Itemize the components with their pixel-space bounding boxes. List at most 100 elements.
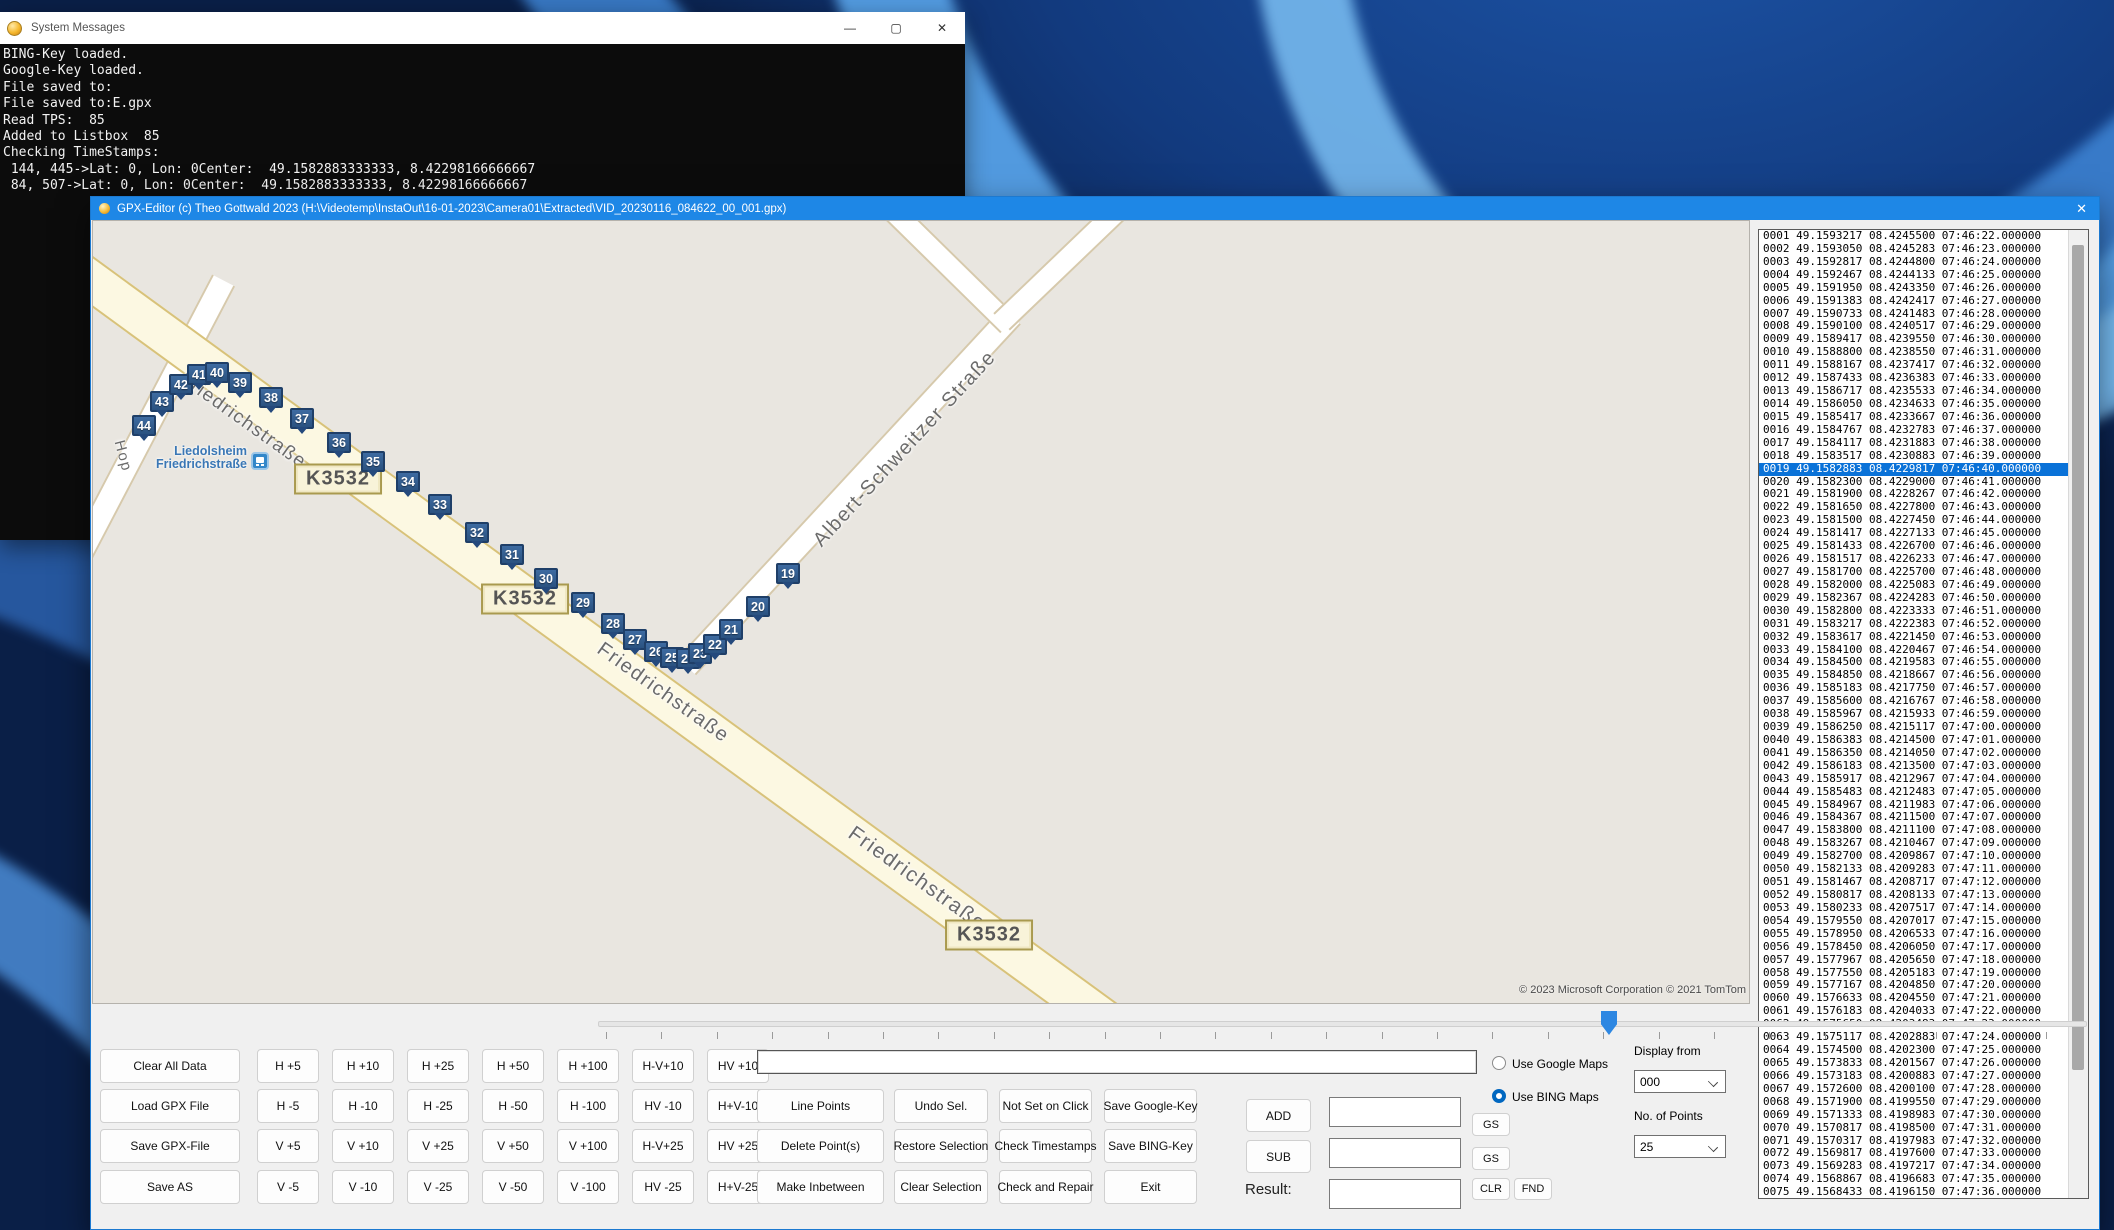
button-check-timestamps[interactable]: Check Timestamps	[999, 1129, 1092, 1163]
button-hv-10[interactable]: HV -10	[632, 1089, 694, 1123]
button-h-5[interactable]: H -5	[257, 1089, 319, 1123]
map-marker[interactable]: 37	[290, 408, 314, 429]
map-position-slider[interactable]	[598, 1021, 2087, 1027]
add-button[interactable]: ADD	[1246, 1099, 1311, 1132]
point-row[interactable]: 0040 49.1586383 08.4214500 07:47:01.0000…	[1759, 734, 2088, 747]
scrollbar-thumb[interactable]	[2072, 245, 2084, 1070]
map-marker[interactable]: 29	[571, 592, 595, 613]
button-h-5[interactable]: H +5	[257, 1049, 319, 1083]
button-v-25[interactable]: V -25	[407, 1170, 469, 1204]
display-from-select[interactable]: 000	[1634, 1070, 1726, 1093]
point-row[interactable]: 0057 49.1577967 08.4205650 07:47:18.0000…	[1759, 954, 2088, 967]
sub-value-field[interactable]	[1329, 1138, 1461, 1168]
point-row[interactable]: 0056 49.1578450 08.4206050 07:47:17.0000…	[1759, 941, 2088, 954]
point-row[interactable]: 0053 49.1580233 08.4207517 07:47:14.0000…	[1759, 902, 2088, 915]
point-row[interactable]: 0039 49.1586250 08.4215117 07:47:00.0000…	[1759, 721, 2088, 734]
console-titlebar[interactable]: System Messages — ▢ ✕	[0, 12, 965, 44]
map-marker[interactable]: 30	[534, 568, 558, 589]
point-row[interactable]: 0029 49.1582367 08.4224283 07:46:50.0000…	[1759, 592, 2088, 605]
button-make-inbetween[interactable]: Make Inbetween	[757, 1170, 884, 1204]
button-save-bing-key[interactable]: Save BING-Key	[1104, 1129, 1197, 1163]
button-h-10[interactable]: H +10	[332, 1049, 394, 1083]
add-value-field[interactable]	[1329, 1097, 1461, 1127]
point-row[interactable]: 0032 49.1583617 08.4221450 07:46:53.0000…	[1759, 631, 2088, 644]
map-marker[interactable]: 36	[327, 432, 351, 453]
point-row[interactable]: 0043 49.1585917 08.4212967 07:47:04.0000…	[1759, 773, 2088, 786]
point-row[interactable]: 0014 49.1586050 08.4234633 07:46:35.0000…	[1759, 398, 2088, 411]
point-row[interactable]: 0042 49.1586183 08.4213500 07:47:03.0000…	[1759, 760, 2088, 773]
map-marker[interactable]: 35	[361, 451, 385, 472]
point-row[interactable]: 0027 49.1581700 08.4225700 07:46:48.0000…	[1759, 566, 2088, 579]
button-v-5[interactable]: V +5	[257, 1129, 319, 1163]
clr-button[interactable]: CLR	[1472, 1178, 1510, 1200]
sub-button[interactable]: SUB	[1246, 1140, 1311, 1173]
coordinate-input[interactable]	[757, 1050, 1477, 1074]
minimize-icon[interactable]: —	[827, 12, 873, 44]
button-save-as[interactable]: Save AS	[100, 1170, 240, 1204]
map-marker[interactable]: 40	[205, 362, 229, 383]
gs2-button[interactable]: GS	[1472, 1147, 1510, 1170]
point-row[interactable]: 0019 49.1582883 08.4229817 07:46:40.0000…	[1759, 463, 2088, 476]
button-v-5[interactable]: V -5	[257, 1170, 319, 1204]
button-delete-point-s-[interactable]: Delete Point(s)	[757, 1129, 884, 1163]
point-row[interactable]: 0055 49.1578950 08.4206533 07:47:16.0000…	[1759, 928, 2088, 941]
map-marker[interactable]: 38	[259, 387, 283, 408]
point-row[interactable]: 0001 49.1593217 08.4245500 07:46:22.0000…	[1759, 230, 2088, 243]
maximize-icon[interactable]: ▢	[873, 12, 919, 44]
point-row[interactable]: 0006 49.1591383 08.4242417 07:46:27.0000…	[1759, 295, 2088, 308]
button-not-set-on-click[interactable]: Not Set on Click	[999, 1089, 1092, 1123]
map-marker[interactable]: 28	[601, 613, 625, 634]
point-row[interactable]: 0031 49.1583217 08.4222383 07:46:52.0000…	[1759, 618, 2088, 631]
map-marker[interactable]: 34	[396, 471, 420, 492]
point-row[interactable]: 0075 49.1568433 08.4196150 07:47:36.0000…	[1759, 1186, 2088, 1199]
close-icon[interactable]: ✕	[919, 12, 965, 44]
point-row[interactable]: 0003 49.1592817 08.4244800 07:46:24.0000…	[1759, 256, 2088, 269]
button-h-v-25[interactable]: H-V+25	[632, 1129, 694, 1163]
button-h-25[interactable]: H +25	[407, 1049, 469, 1083]
point-row[interactable]: 0017 49.1584117 08.4231883 07:46:38.0000…	[1759, 437, 2088, 450]
button-v-100[interactable]: V +100	[557, 1129, 619, 1163]
point-row[interactable]: 0018 49.1583517 08.4230883 07:46:39.0000…	[1759, 450, 2088, 463]
button-h-v-10[interactable]: H-V+10	[632, 1049, 694, 1083]
button-undo-sel-[interactable]: Undo Sel.	[894, 1089, 988, 1123]
map-marker[interactable]: 31	[500, 544, 524, 565]
button-h-100[interactable]: H -100	[557, 1089, 619, 1123]
map-marker[interactable]: 20	[746, 596, 770, 617]
point-row[interactable]: 0069 49.1571333 08.4198983 07:47:30.0000…	[1759, 1109, 2088, 1122]
point-row[interactable]: 0015 49.1585417 08.4233667 07:46:36.0000…	[1759, 411, 2088, 424]
button-check-and-repair[interactable]: Check and Repair	[999, 1170, 1092, 1204]
point-row[interactable]: 0067 49.1572600 08.4200100 07:47:28.0000…	[1759, 1083, 2088, 1096]
trackpoint-list[interactable]: 0001 49.1593217 08.4245500 07:46:22.0000…	[1758, 229, 2089, 1199]
button-h-100[interactable]: H +100	[557, 1049, 619, 1083]
button-h-50[interactable]: H -50	[482, 1089, 544, 1123]
point-row[interactable]: 0052 49.1580817 08.4208133 07:47:13.0000…	[1759, 889, 2088, 902]
close-icon[interactable]: ✕	[2076, 201, 2087, 217]
button-v-10[interactable]: V -10	[332, 1170, 394, 1204]
map-marker[interactable]: 32	[465, 522, 489, 543]
radio-bing-maps[interactable]	[1492, 1089, 1506, 1103]
point-row[interactable]: 0005 49.1591950 08.4243350 07:46:26.0000…	[1759, 282, 2088, 295]
map-canvas[interactable]: Liedolsheim Friedrichstraße © 2023 Micro…	[92, 220, 1750, 1004]
map-marker[interactable]: 39	[228, 372, 252, 393]
map-marker[interactable]: 21	[719, 619, 743, 640]
button-save-gpx-file[interactable]: Save GPX-File	[100, 1129, 240, 1163]
point-row[interactable]: 0065 49.1573833 08.4201567 07:47:26.0000…	[1759, 1057, 2088, 1070]
point-row[interactable]: 0004 49.1592467 08.4244133 07:46:25.0000…	[1759, 269, 2088, 282]
button-v-25[interactable]: V +25	[407, 1129, 469, 1163]
button-h-25[interactable]: H -25	[407, 1089, 469, 1123]
fnd-button[interactable]: FND	[1514, 1178, 1552, 1200]
button-line-points[interactable]: Line Points	[757, 1089, 884, 1123]
point-row[interactable]: 0002 49.1593050 08.4245283 07:46:23.0000…	[1759, 243, 2088, 256]
map-marker[interactable]: 19	[776, 563, 800, 584]
point-row[interactable]: 0054 49.1579550 08.4207017 07:47:15.0000…	[1759, 915, 2088, 928]
point-row[interactable]: 0068 49.1571900 08.4199550 07:47:29.0000…	[1759, 1096, 2088, 1109]
button-exit[interactable]: Exit	[1104, 1170, 1197, 1204]
point-row[interactable]: 0066 49.1573183 08.4200883 07:47:27.0000…	[1759, 1070, 2088, 1083]
no-of-points-select[interactable]: 25	[1634, 1135, 1726, 1158]
point-row[interactable]: 0030 49.1582800 08.4223333 07:46:51.0000…	[1759, 605, 2088, 618]
gpx-titlebar[interactable]: GPX-Editor (c) Theo Gottwald 2023 (H:\Vi…	[91, 197, 2099, 220]
button-v-10[interactable]: V +10	[332, 1129, 394, 1163]
point-row[interactable]: 0016 49.1584767 08.4232783 07:46:37.0000…	[1759, 424, 2088, 437]
point-row[interactable]: 0028 49.1582000 08.4225083 07:46:49.0000…	[1759, 579, 2088, 592]
button-v-50[interactable]: V -50	[482, 1170, 544, 1204]
